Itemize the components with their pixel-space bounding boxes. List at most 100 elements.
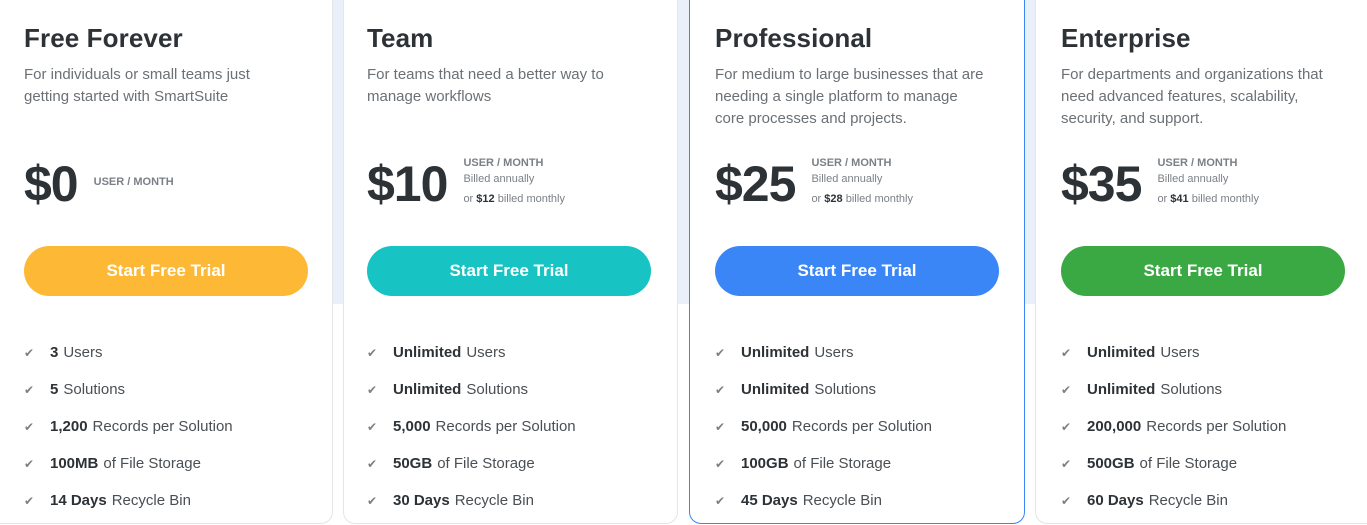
feature-item: ✔ 50,000 Records per Solution (715, 408, 932, 445)
monthly-price: $41 (1170, 193, 1189, 205)
feature-value: 100GB (741, 455, 789, 472)
check-icon: ✔ (1061, 419, 1072, 434)
feature-label: Users (63, 344, 103, 361)
check-icon: ✔ (1061, 456, 1072, 471)
monthly-prefix: or (1157, 193, 1171, 205)
feature-list: ✔ Unlimited Users ✔ Unlimited Solutions ✔ 5,000… (367, 334, 576, 519)
feature-item: ✔ Unlimited Users (367, 334, 576, 371)
start-free-trial-button[interactable]: Start Free Trial (1061, 246, 1345, 296)
feature-value: 500GB (1087, 455, 1135, 472)
plan-description: For departments and organizations that n… (1061, 66, 1323, 127)
feature-value: 45 Days (741, 492, 798, 509)
check-icon: ✔ (1061, 493, 1072, 508)
feature-item: ✔ 45 Days Recycle Bin (715, 482, 932, 519)
check-icon: ✔ (24, 493, 35, 508)
monthly-suffix: billed monthly (494, 193, 565, 205)
plan-card-enterprise: Enterprise For departments and organizat… (1035, 0, 1367, 524)
plan-name: Professional (715, 23, 873, 53)
feature-item: ✔ 30 Days Recycle Bin (367, 482, 576, 519)
price-meta: USER / MONTH Billed annually or $28 bill… (811, 155, 913, 210)
feature-label: of File Storage (103, 455, 201, 472)
price-meta: USER / MONTH Billed annually or $41 bill… (1157, 155, 1259, 210)
feature-label: Users (1160, 344, 1200, 361)
monthly-prefix: or (811, 193, 825, 205)
plan-price: $25 (715, 156, 796, 212)
monthly-price: $28 (824, 193, 843, 205)
feature-value: 1,200 (50, 418, 88, 435)
feature-item: ✔ 100MB of File Storage (24, 445, 233, 482)
monthly-suffix: billed monthly (1188, 193, 1259, 205)
plan-price: $0 (24, 156, 79, 212)
billed-annually-note: Billed annually (811, 173, 883, 185)
price-unit: USER / MONTH (811, 157, 892, 169)
feature-item: ✔ 50GB of File Storage (367, 445, 576, 482)
feature-value: 3 (50, 344, 59, 361)
plan-name: Team (367, 23, 434, 53)
feature-label: Recycle Bin (454, 492, 534, 509)
feature-value: 5 (50, 381, 59, 398)
plan-card-professional: Professional For medium to large busines… (689, 0, 1025, 524)
feature-list: ✔ 3 Users ✔ 5 Solutions ✔ 1,200 Records per Solu… (24, 334, 233, 519)
feature-value: Unlimited (393, 344, 462, 361)
feature-label: of File Storage (437, 455, 535, 472)
feature-value: Unlimited (393, 381, 462, 398)
price-unit: USER / MONTH (1157, 157, 1238, 169)
plan-name: Free Forever (24, 23, 183, 53)
feature-item: ✔ 100GB of File Storage (715, 445, 932, 482)
feature-item: ✔ 60 Days Recycle Bin (1061, 482, 1286, 519)
feature-label: Records per Solution (1146, 418, 1287, 435)
plan-description: For teams that need a better way to mana… (367, 66, 604, 105)
plan-price: $10 (367, 156, 448, 212)
feature-value: 5,000 (393, 418, 431, 435)
check-icon: ✔ (24, 345, 35, 360)
start-free-trial-button[interactable]: Start Free Trial (24, 246, 308, 296)
plan-price: $35 (1061, 156, 1142, 212)
feature-label: Users (814, 344, 854, 361)
feature-item: ✔ 1,200 Records per Solution (24, 408, 233, 445)
feature-item: ✔ 500GB of File Storage (1061, 445, 1286, 482)
feature-value: 50GB (393, 455, 433, 472)
check-icon: ✔ (715, 493, 726, 508)
feature-item: ✔ Unlimited Users (715, 334, 932, 371)
check-icon: ✔ (367, 345, 378, 360)
monthly-price-note: or $41 billed monthly (1157, 188, 1259, 210)
feature-label: Records per Solution (791, 418, 932, 435)
check-icon: ✔ (367, 493, 378, 508)
plan-name: Enterprise (1061, 23, 1191, 53)
feature-item: ✔ 3 Users (24, 334, 233, 371)
start-free-trial-button[interactable]: Start Free Trial (715, 246, 999, 296)
feature-label: Solutions (1160, 381, 1223, 398)
feature-item: ✔ 200,000 Records per Solution (1061, 408, 1286, 445)
price-unit: USER / MONTH (93, 176, 174, 188)
feature-value: 30 Days (393, 492, 450, 509)
feature-value: 60 Days (1087, 492, 1144, 509)
price-unit: USER / MONTH (463, 157, 544, 169)
check-icon: ✔ (367, 456, 378, 471)
plan-description: For medium to large businesses that are … (715, 66, 984, 127)
feature-item: ✔ 5 Solutions (24, 371, 233, 408)
feature-label: of File Storage (793, 455, 892, 472)
price-meta: USER / MONTH Billed annually or $12 bill… (463, 155, 565, 210)
check-icon: ✔ (367, 382, 378, 397)
feature-list: ✔ Unlimited Users ✔ Unlimited Solutions ✔ 50,00… (715, 334, 932, 519)
check-icon: ✔ (715, 419, 726, 434)
feature-item: ✔ 14 Days Recycle Bin (24, 482, 233, 519)
price-row: $10 USER / MONTH Billed annually or $12 … (367, 155, 565, 213)
feature-label: Recycle Bin (111, 492, 191, 509)
feature-value: 200,000 (1087, 418, 1142, 435)
feature-value: Unlimited (741, 344, 810, 361)
plan-card-free-forever: Free Forever For individuals or small te… (0, 0, 333, 524)
price-row: $25 USER / MONTH Billed annually or $28 … (715, 155, 913, 213)
start-free-trial-button[interactable]: Start Free Trial (367, 246, 651, 296)
feature-list: ✔ Unlimited Users ✔ Unlimited Solutions ✔ 200,0… (1061, 334, 1286, 519)
billed-annually-note: Billed annually (1157, 173, 1229, 185)
check-icon: ✔ (1061, 345, 1072, 360)
feature-label: Solutions (814, 381, 877, 398)
monthly-price-note: or $12 billed monthly (463, 188, 565, 210)
check-icon: ✔ (24, 382, 35, 397)
feature-label: Records per Solution (92, 418, 233, 435)
monthly-price-note: or $28 billed monthly (811, 188, 913, 210)
plan-card-team: Team For teams that need a better way to… (343, 0, 678, 524)
feature-label: Solutions (466, 381, 529, 398)
feature-value: 50,000 (741, 418, 787, 435)
